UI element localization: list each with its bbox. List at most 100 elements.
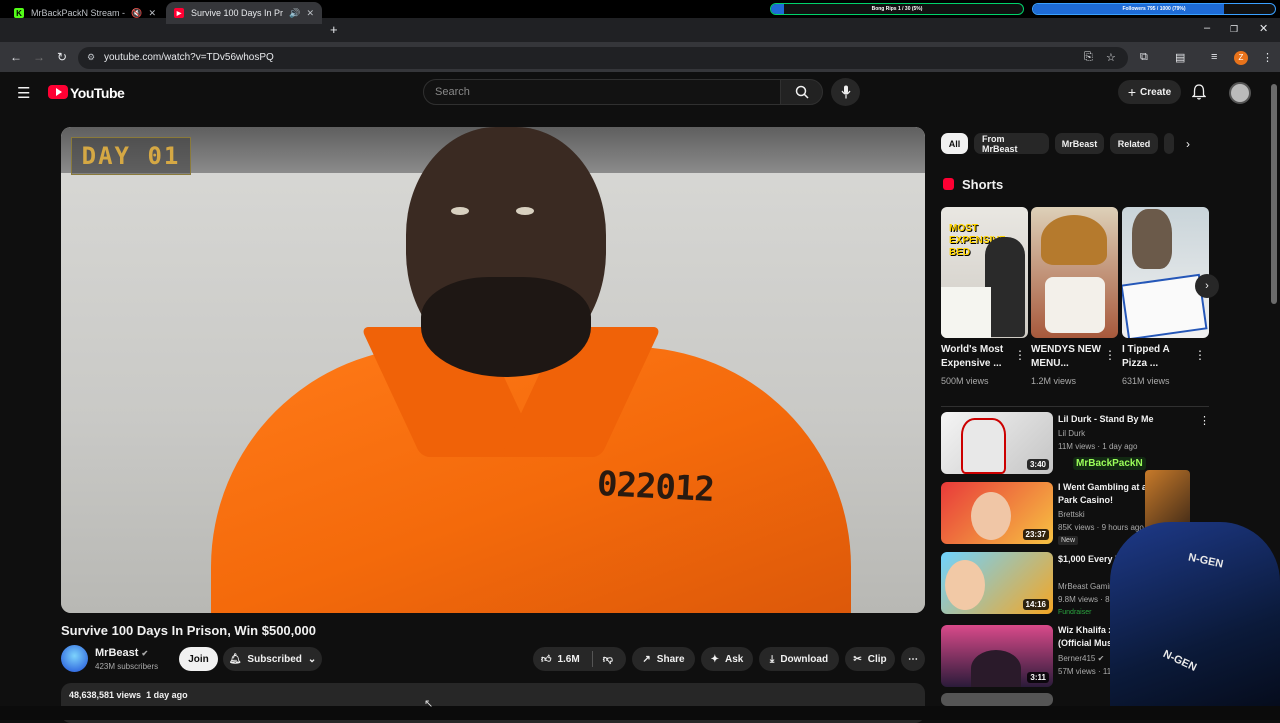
day-counter-overlay: DAY 01 <box>71 137 191 175</box>
video-thumbnail[interactable]: 3:11 <box>941 625 1053 687</box>
short-views: 631M views <box>1122 376 1170 386</box>
page-scrollbar[interactable] <box>1271 84 1277 304</box>
new-tab-icon[interactable]: + <box>330 22 338 37</box>
thumbnail-person <box>961 418 1006 474</box>
back-icon[interactable]: ← <box>10 50 22 64</box>
video-player[interactable]: DAY 01 022012 <box>61 127 925 613</box>
minimize-icon[interactable]: – <box>1204 22 1210 34</box>
create-label: Create <box>1140 86 1172 98</box>
forward-icon[interactable]: → <box>33 50 45 64</box>
voice-search-button[interactable] <box>831 78 860 106</box>
chip-related[interactable]: Related <box>1110 133 1158 154</box>
shorts-next-button[interactable]: › <box>1195 274 1219 298</box>
view-count-and-date: 48,638,581 views 1 day ago <box>69 690 188 700</box>
share-label: Share <box>656 653 685 665</box>
profile-avatar[interactable]: Z <box>1234 51 1248 65</box>
more-vertical-icon[interactable]: ⋮ <box>1104 348 1116 362</box>
search-input[interactable] <box>423 79 781 105</box>
subscribed-button[interactable]: 🔔︎ Subscribed ⌄ <box>223 647 322 671</box>
bong-rips-progress-label: Bong Rips 1 / 30 (5%) <box>871 6 923 12</box>
video-frame-person-beard <box>421 277 591 377</box>
video-thumbnail[interactable]: 23:37 <box>941 482 1053 544</box>
more-vertical-icon[interactable]: ⋮ <box>1014 348 1026 362</box>
video-channel[interactable]: Lil Durk <box>1058 429 1085 438</box>
channel-avatar[interactable] <box>61 645 88 672</box>
download-icon: ⤓ <box>769 653 775 665</box>
video-thumbnail[interactable]: 3:40 <box>941 412 1053 474</box>
notifications-button[interactable] <box>1191 84 1207 105</box>
video-thumbnail[interactable] <box>941 693 1053 706</box>
more-vertical-icon[interactable]: ⋮ <box>1199 414 1210 427</box>
close-window-icon[interactable]: ✕ <box>1259 22 1268 35</box>
download-button[interactable]: ⤓ Download <box>759 647 839 671</box>
ask-label: Ask <box>725 653 744 665</box>
audio-playing-icon[interactable]: 🔊 <box>289 8 300 19</box>
media-control-icon[interactable]: ≡ <box>1211 51 1217 63</box>
youtube-logo-icon[interactable] <box>48 85 68 99</box>
share-button[interactable]: ↗ Share <box>632 647 695 671</box>
video-channel[interactable]: Brettski <box>1058 510 1085 519</box>
like-divider <box>591 651 593 667</box>
video-title[interactable]: Lil Durk - Stand By Me <box>1058 413 1198 426</box>
chip-overflow[interactable] <box>1164 133 1174 154</box>
video-title: Survive 100 Days In Prison, Win $500,000 <box>61 623 316 638</box>
like-count: 1.6M <box>557 653 580 665</box>
bottom-overlay-strip <box>0 706 1280 720</box>
channel-name[interactable]: MrBeast ✔ <box>95 647 148 659</box>
more-actions-button[interactable]: ⋯ <box>901 647 925 671</box>
reload-icon[interactable]: ↻ <box>57 50 67 64</box>
shorts-heading: Shorts <box>962 177 1004 192</box>
short-thumbnail-cup <box>1045 277 1105 333</box>
short-thumbnail-bed <box>941 287 991 338</box>
chip-all[interactable]: All <box>941 133 968 154</box>
short-thumbnail[interactable] <box>1031 207 1118 338</box>
browser-menu-icon[interactable]: ⋮ <box>1262 51 1273 64</box>
microphone-icon <box>841 85 850 99</box>
short-thumbnail[interactable] <box>1122 207 1209 338</box>
bell-icon <box>1191 84 1207 100</box>
video-title[interactable]: I Went Gambling at a Park Casino! <box>1058 481 1148 507</box>
like-button[interactable]: 👍︎ 1.6M <box>541 653 580 666</box>
clip-button[interactable]: ✂ Clip <box>845 647 895 671</box>
url-text[interactable]: youtube.com/watch?v=TDv56whosPQ <box>104 52 274 63</box>
verified-badge-icon: ✔ <box>141 649 149 658</box>
tab-youtube-video[interactable]: ▶ Survive 100 Days In Prison, 🔊 ✕ <box>166 2 322 24</box>
install-app-icon[interactable]: ⎘ <box>1084 51 1093 64</box>
bookmark-star-icon[interactable]: ☆ <box>1106 51 1116 64</box>
ask-button[interactable]: ✦ Ask <box>701 647 753 671</box>
hamburger-menu-icon[interactable]: ☰ <box>17 84 30 102</box>
short-title[interactable]: WENDYS NEW MENU... <box>1031 343 1103 371</box>
followers-progress-bar: Followers 795 / 1000 (79%) <box>1032 3 1276 15</box>
close-tab-icon[interactable]: ✕ <box>306 8 314 19</box>
video-frame-orange-jumpsuit <box>211 347 851 613</box>
short-thumbnail[interactable]: MOST EXPENSIVE BED <box>941 207 1028 338</box>
bell-icon: 🔔︎ <box>228 653 242 665</box>
join-button[interactable]: Join <box>179 647 218 671</box>
more-vertical-icon[interactable]: ⋮ <box>1194 348 1206 362</box>
side-panel-icon[interactable]: ▤ <box>1175 51 1185 64</box>
short-title[interactable]: World's Most Expensive ... <box>941 343 1013 371</box>
restore-icon[interactable]: ❐ <box>1230 24 1238 35</box>
create-button[interactable]: + Create <box>1118 80 1181 104</box>
video-duration: 3:40 <box>1026 459 1049 470</box>
fundraiser-badge: Fundraiser <box>1058 609 1092 616</box>
subscriber-count: 423M subscribers <box>95 662 159 671</box>
mute-icon[interactable]: 🔇 <box>131 8 142 19</box>
search-button[interactable] <box>780 79 823 105</box>
close-tab-icon[interactable]: ✕ <box>148 8 156 19</box>
chip-mrbeast[interactable]: MrBeast <box>1055 133 1104 154</box>
tab-kick-stream[interactable]: K MrBackPackN Stream - Wa 🔇 ✕ <box>6 2 164 24</box>
video-channel[interactable]: Berner415 ✔ <box>1058 654 1104 663</box>
chevron-right-icon[interactable]: › <box>1186 137 1190 151</box>
short-title[interactable]: I Tipped A Pizza ... <box>1122 343 1194 371</box>
mouse-cursor-icon: ↖ <box>424 698 434 710</box>
video-duration: 14:16 <box>1022 599 1049 610</box>
dislike-button[interactable]: 👎︎ <box>603 653 613 665</box>
extensions-icon[interactable]: ⧉ <box>1140 51 1148 64</box>
account-avatar[interactable] <box>1229 82 1251 104</box>
short-views: 500M views <box>941 376 989 386</box>
chip-from-mrbeast[interactable]: From MrBeast <box>974 133 1049 154</box>
youtube-logo-text[interactable]: YouTube <box>70 85 125 101</box>
site-info-icon[interactable]: ⚙ <box>87 52 95 63</box>
video-thumbnail[interactable]: 14:16 <box>941 552 1053 614</box>
